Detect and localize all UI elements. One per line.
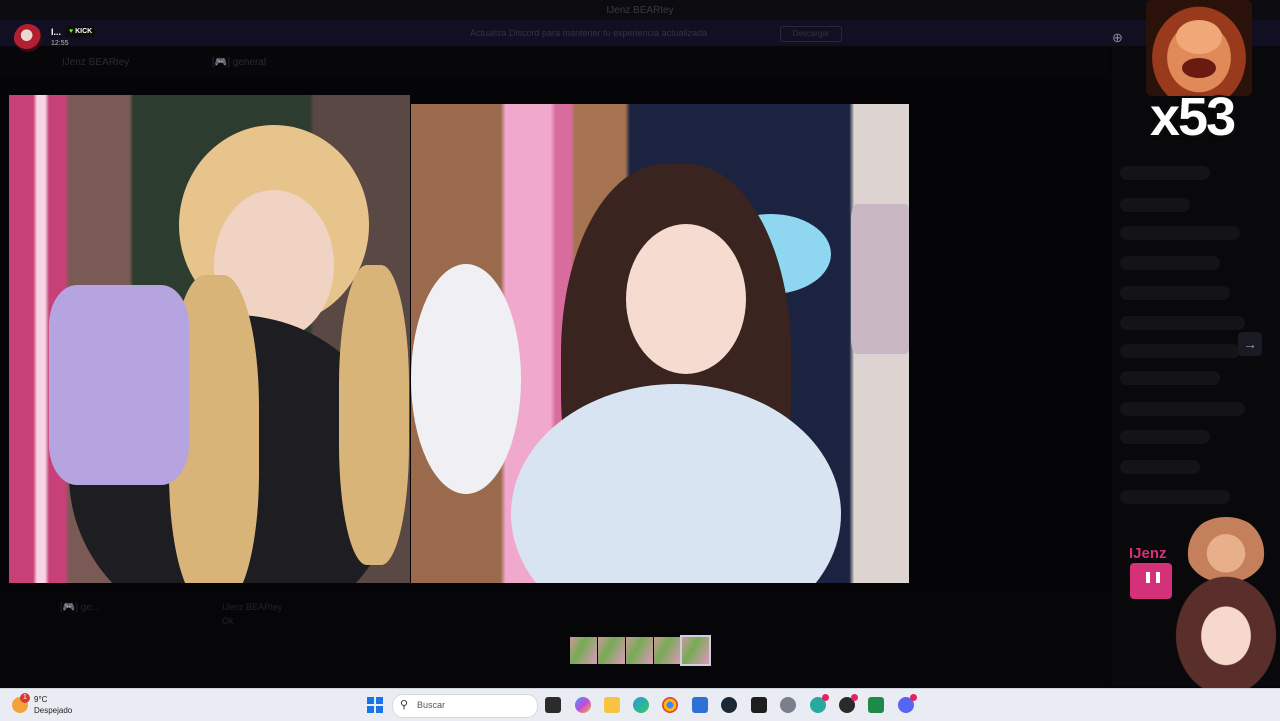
store-icon[interactable]	[692, 697, 708, 713]
settings-icon[interactable]	[780, 697, 796, 713]
window-title: IJenz BEARtey	[606, 5, 674, 16]
list-item	[1120, 402, 1245, 416]
photo-shape	[339, 265, 409, 565]
chrome-icon[interactable]	[662, 697, 678, 713]
photo-shape	[851, 204, 909, 354]
photo-shape	[411, 264, 521, 494]
meme-overlay-image	[1146, 0, 1252, 96]
photo-right-panel	[411, 104, 909, 583]
photo-shape	[1176, 20, 1222, 54]
search-placeholder: Buscar	[417, 700, 446, 710]
lower-message-author: IJenz BEARtey	[222, 602, 283, 612]
weather-badge: 1	[20, 693, 30, 703]
channel-header: IJenz BEARtey [🎮] general	[0, 46, 1110, 78]
edge-icon[interactable]	[633, 697, 649, 713]
kick-badge: ♥ KICK	[66, 26, 96, 37]
streamer-name: IJenz	[1129, 545, 1167, 562]
next-image-button[interactable]: →	[1238, 332, 1262, 356]
notification-dot	[910, 694, 917, 701]
thumbnail-active[interactable]	[680, 635, 711, 666]
start-button[interactable]	[367, 697, 383, 713]
weather-temp: 9°C	[34, 695, 48, 704]
banner-button[interactable]: Descargar	[780, 26, 842, 42]
list-item	[1120, 256, 1220, 270]
lower-chat-area: [🎮] ge... IJenz BEARtey Ok	[0, 590, 1110, 686]
notification-dot	[822, 694, 829, 701]
photo-shape	[1182, 58, 1216, 78]
list-item	[1120, 490, 1230, 504]
channel-name: [🎮] general	[212, 57, 267, 68]
server-name: IJenz BEARtey	[62, 57, 130, 68]
thumbnail[interactable]	[654, 637, 681, 664]
list-item	[1120, 316, 1245, 330]
thumbnail[interactable]	[598, 637, 625, 664]
zoom-icon[interactable]: ⊕	[1112, 30, 1128, 46]
photo-shape	[511, 384, 841, 583]
list-item	[1120, 430, 1210, 444]
terminal-icon[interactable]	[751, 697, 767, 713]
list-item	[1120, 198, 1190, 212]
user-timestamp: 12:55	[51, 40, 69, 47]
image-viewer-media[interactable]	[9, 95, 909, 583]
kick-badge-label: KICK	[75, 28, 93, 35]
taskbar: 1 9°C Despejado ⚲ Buscar	[0, 688, 1280, 721]
multiplier-counter: x53	[1150, 87, 1236, 147]
thumbnail-strip	[570, 635, 711, 666]
list-item	[1120, 286, 1230, 300]
avatar	[14, 24, 42, 52]
banner-text: Actualiza Discord para mantener tu exper…	[470, 28, 708, 38]
taskbar-search[interactable]: ⚲ Buscar	[392, 694, 538, 718]
task-view-icon[interactable]	[545, 697, 561, 713]
list-item	[1120, 460, 1200, 474]
lower-channel-label: [🎮] ge...	[60, 602, 101, 613]
update-banner: Actualiza Discord para mantener tu exper…	[0, 20, 1280, 46]
file-explorer-icon[interactable]	[604, 697, 620, 713]
thumbnail[interactable]	[626, 637, 653, 664]
copilot-icon[interactable]	[575, 697, 591, 713]
notification-dot	[851, 694, 858, 701]
photo-shape	[626, 224, 746, 374]
list-item	[1120, 371, 1220, 385]
heart-icon: ♥	[69, 28, 74, 35]
twitch-icon	[1130, 563, 1172, 599]
thumbnail[interactable]	[570, 637, 597, 664]
list-item	[1120, 344, 1240, 358]
window-titlebar: IJenz BEARtey	[0, 0, 1280, 20]
weather-condition: Despejado	[34, 706, 73, 715]
excel-icon[interactable]	[868, 697, 884, 713]
user-name: I...	[51, 27, 62, 37]
photo-left-panel	[9, 95, 410, 583]
anime-character-image	[1172, 572, 1280, 688]
lower-message-text: Ok	[222, 616, 234, 626]
search-icon: ⚲	[400, 699, 409, 711]
list-item	[1120, 166, 1210, 180]
list-item	[1120, 226, 1240, 240]
steam-icon[interactable]	[721, 697, 737, 713]
photo-shape	[49, 285, 189, 485]
